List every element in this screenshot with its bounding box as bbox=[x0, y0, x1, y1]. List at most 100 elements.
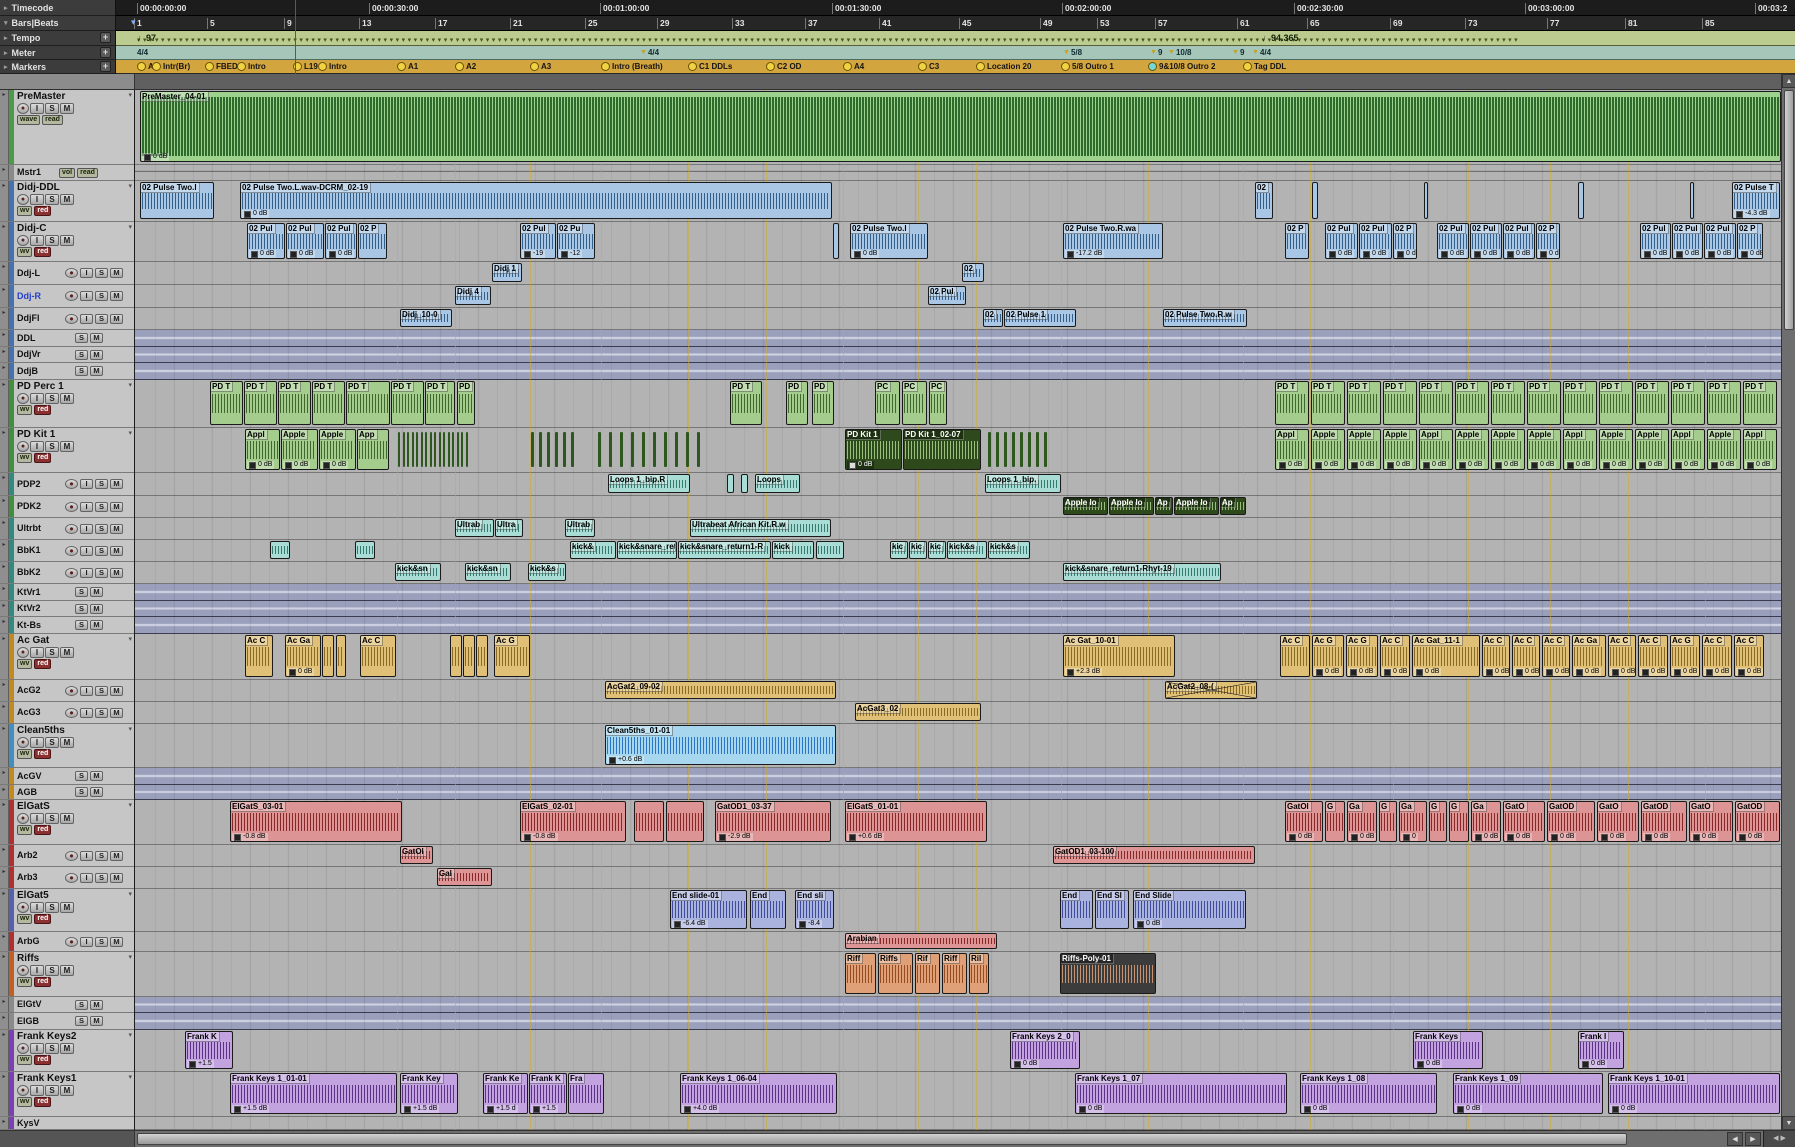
input-monitor-button[interactable]: I bbox=[80, 291, 93, 301]
audio-clip[interactable] bbox=[634, 801, 664, 842]
audio-clip[interactable]: PC bbox=[929, 381, 947, 425]
input-monitor-button[interactable]: I bbox=[80, 546, 93, 556]
clip-fragment[interactable] bbox=[412, 432, 414, 467]
record-enable-button[interactable]: ● bbox=[17, 965, 29, 976]
audio-clip[interactable]: kick&s bbox=[988, 541, 1030, 559]
track-options-arrow-icon[interactable]: ▾ bbox=[128, 91, 132, 99]
clip-fragment[interactable] bbox=[403, 432, 405, 467]
clip-fragment[interactable] bbox=[547, 432, 550, 467]
mute-button[interactable]: M bbox=[90, 333, 103, 343]
track-options-arrow-icon[interactable]: ▾ bbox=[128, 1073, 132, 1081]
audio-clip[interactable]: 02 bbox=[983, 309, 1003, 327]
audio-clip[interactable]: kick&snare_return1-Rhyt-19 bbox=[1063, 563, 1221, 581]
automation-mode-selector[interactable]: read bbox=[77, 168, 98, 178]
waveform-view-selector[interactable]: wv bbox=[17, 247, 32, 257]
track-rail[interactable]: ▸ bbox=[0, 845, 9, 866]
audio-clip[interactable]: Apple0 dB bbox=[1311, 429, 1345, 470]
track-rail[interactable]: ▸ bbox=[0, 285, 9, 307]
audio-clip[interactable]: 02 bbox=[1255, 182, 1273, 219]
solo-button[interactable]: S bbox=[45, 194, 59, 205]
solo-button[interactable]: S bbox=[95, 851, 108, 861]
audio-clip[interactable]: 02 Pul0 dB bbox=[286, 223, 324, 259]
audio-clip[interactable]: Frank Keys 1_01-01+1.5 dB bbox=[230, 1073, 397, 1114]
waveform-view-selector[interactable]: wave bbox=[17, 115, 40, 125]
track-name[interactable]: Kt-Bs bbox=[17, 620, 73, 631]
record-enable-button[interactable]: ● bbox=[65, 873, 78, 883]
tempo-current-value[interactable]: ♩97 bbox=[137, 33, 156, 43]
input-monitor-button[interactable]: I bbox=[30, 103, 44, 114]
audio-clip[interactable]: Appl0 dB bbox=[1419, 429, 1453, 470]
audio-clip[interactable]: End bbox=[1060, 890, 1093, 929]
track-name[interactable]: BbK1 bbox=[17, 545, 63, 556]
audio-clip[interactable]: Apple lo bbox=[1174, 497, 1219, 515]
audio-clip[interactable]: 02 Pul0 dB bbox=[1640, 223, 1671, 259]
audio-clip[interactable]: kick&sn bbox=[395, 563, 441, 581]
audio-clip[interactable]: kick& bbox=[570, 541, 616, 559]
audio-clip[interactable]: Frank Keys 1_080 dB bbox=[1300, 1073, 1437, 1114]
audio-clip[interactable]: Frank K+1.5 bbox=[185, 1031, 233, 1069]
audio-clip[interactable]: Apple lo bbox=[1109, 497, 1154, 515]
mute-button[interactable]: M bbox=[90, 787, 103, 797]
record-enable-button[interactable]: ● bbox=[17, 1043, 29, 1054]
input-monitor-button[interactable]: I bbox=[80, 873, 93, 883]
track-rail[interactable]: ▸ bbox=[0, 330, 9, 346]
track-rail[interactable]: ▸ bbox=[0, 702, 9, 723]
audio-clip[interactable]: End Sl bbox=[1095, 890, 1129, 929]
solo-button[interactable]: S bbox=[75, 333, 88, 343]
clip-fragment[interactable] bbox=[675, 432, 678, 467]
solo-button[interactable]: S bbox=[75, 1016, 88, 1026]
audio-clip[interactable]: Ac C0 dB bbox=[1638, 635, 1668, 677]
audio-clip[interactable]: 02 Pulse Two.l bbox=[140, 182, 214, 219]
audio-clip[interactable]: Apple0 dB bbox=[1635, 429, 1669, 470]
solo-button[interactable]: S bbox=[95, 546, 108, 556]
automation-mode-selector[interactable]: red bbox=[34, 914, 51, 924]
audio-clip[interactable]: Didj 1 bbox=[492, 263, 522, 282]
audio-clip[interactable]: PD Kit 1_02-07 bbox=[903, 429, 981, 470]
track-name[interactable]: Frank Keys2 bbox=[17, 1031, 132, 1042]
audio-clip[interactable]: Apple0 dB bbox=[1707, 429, 1741, 470]
waveform-view-selector[interactable]: wv bbox=[17, 977, 32, 987]
audio-clip[interactable]: PD bbox=[812, 381, 834, 425]
audio-clip[interactable] bbox=[833, 223, 839, 259]
clip-fragment[interactable] bbox=[996, 432, 999, 467]
audio-clip[interactable] bbox=[741, 474, 748, 493]
add-meter-event-button[interactable]: + bbox=[100, 47, 111, 58]
audio-clip[interactable]: Ac Ga0 dB bbox=[1572, 635, 1606, 677]
automation-mode-selector[interactable]: red bbox=[34, 206, 51, 216]
track-name[interactable]: ElGat5 bbox=[17, 890, 132, 901]
track-name[interactable]: Mstr1 bbox=[17, 167, 57, 178]
track-rail[interactable]: ▸ bbox=[0, 889, 9, 931]
audio-clip[interactable]: Riffs-Poly-01 bbox=[1060, 953, 1156, 994]
solo-button[interactable]: S bbox=[45, 103, 59, 114]
audio-clip[interactable]: PD T bbox=[1455, 381, 1489, 425]
track-rail[interactable]: ▸ bbox=[0, 562, 9, 583]
audio-clip[interactable]: PD T bbox=[1599, 381, 1633, 425]
audio-clip[interactable]: kic bbox=[890, 541, 908, 559]
audio-clip[interactable]: kick&s bbox=[947, 541, 987, 559]
record-enable-button[interactable]: ● bbox=[17, 737, 29, 748]
track-name[interactable]: PDP2 bbox=[17, 479, 63, 490]
track-options-arrow-icon[interactable]: ▾ bbox=[128, 890, 132, 898]
mute-button[interactable]: M bbox=[110, 686, 123, 696]
clip-fragment[interactable] bbox=[466, 432, 468, 467]
audio-clip[interactable]: PD T bbox=[730, 381, 762, 425]
record-enable-button[interactable]: ● bbox=[65, 568, 78, 578]
meter-event[interactable]: ▼10/8 bbox=[1168, 48, 1192, 57]
clip-fragment[interactable] bbox=[1004, 432, 1007, 467]
audio-clip[interactable]: 02 Pulse T-4.3 dB bbox=[1732, 182, 1780, 219]
add-tempo-event-button[interactable]: + bbox=[100, 32, 111, 43]
audio-clip[interactable]: Ac G0 dB bbox=[1346, 635, 1378, 677]
audio-clip[interactable]: PD T bbox=[312, 381, 345, 425]
track-name[interactable]: PDK2 bbox=[17, 501, 63, 512]
clip-fragment[interactable] bbox=[609, 432, 612, 467]
record-enable-button[interactable]: ● bbox=[65, 314, 78, 324]
clip-fragment[interactable] bbox=[457, 432, 459, 467]
audio-clip[interactable]: PD T bbox=[1419, 381, 1453, 425]
solo-button[interactable]: S bbox=[75, 771, 88, 781]
mute-button[interactable]: M bbox=[60, 194, 74, 205]
track-rail[interactable]: ▸ bbox=[0, 1072, 9, 1116]
clip-fragment[interactable] bbox=[434, 432, 436, 467]
mute-button[interactable]: M bbox=[90, 350, 103, 360]
audio-clip[interactable]: Ac Gat_10-01+2.3 dB bbox=[1063, 635, 1175, 677]
audio-clip[interactable]: G bbox=[1429, 801, 1447, 842]
